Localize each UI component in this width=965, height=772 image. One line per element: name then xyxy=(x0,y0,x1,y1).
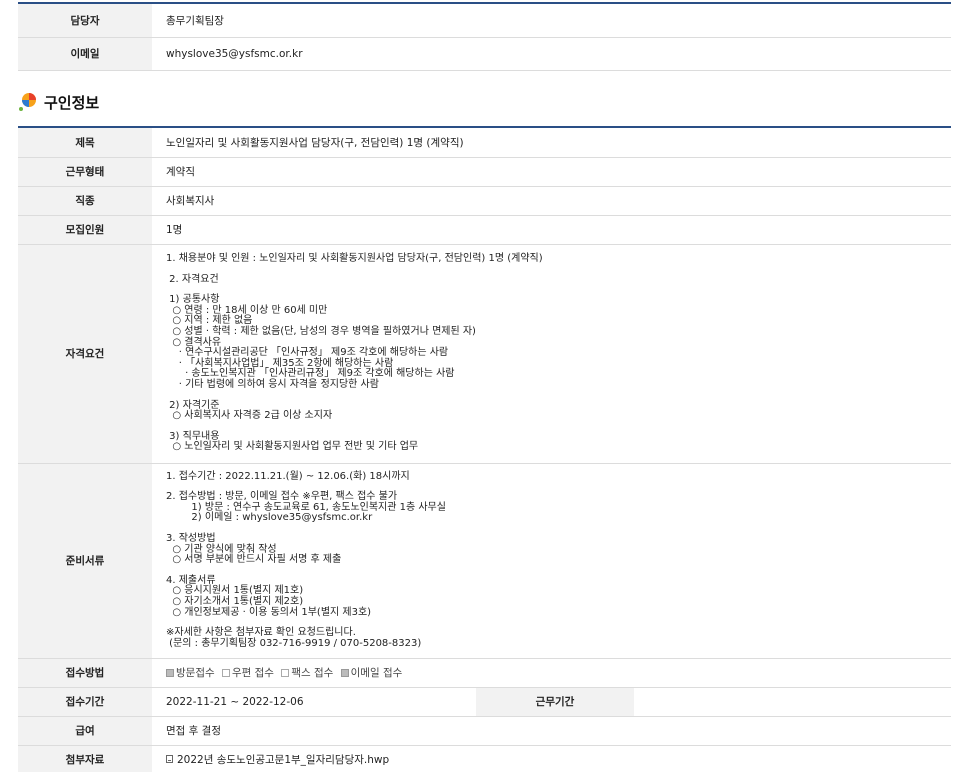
job-field-value: 사회복지사 xyxy=(152,186,951,216)
attachment-link[interactable]: 2022년 송도노인공고문1부_일자리담당자.hwp xyxy=(177,754,389,766)
method-fax: 팩스 접수 xyxy=(281,667,333,679)
row-title: 제목 노인일자리 및 사회활동지원사업 담당자(구, 전담인력) 1명 (계약직… xyxy=(18,127,951,158)
docs-line xyxy=(166,524,951,534)
docs-line: (문의 : 총무기획팀장 032-716-9919 / 070-5208-832… xyxy=(166,637,422,649)
row-job-field: 직종 사회복지사 xyxy=(18,186,951,216)
email-label: 이메일 xyxy=(18,37,152,71)
qual-line: ○ 노인일자리 및 사회활동지원사업 업무 전반 및 기타 업무 xyxy=(166,441,419,453)
manager-label: 담당자 xyxy=(18,3,152,38)
docs-line: 2) 이메일 : whyslove35@ysfsmc.or.kr xyxy=(166,512,373,524)
salary-label: 급여 xyxy=(18,716,152,746)
checkbox-icon xyxy=(281,669,290,677)
docs-line: ○ 자기소개서 1통(별지 제2호) xyxy=(166,595,304,607)
method-visit: 방문접수 xyxy=(166,667,215,679)
method-fax-label: 팩스 접수 xyxy=(291,667,334,679)
qual-line: 2. 자격요건 xyxy=(166,273,219,285)
apply-period-value: 2022-11-21 ~ 2022-12-06 xyxy=(152,687,476,717)
qualifications-label: 자격요건 xyxy=(18,244,152,464)
colorful-leaf-icon xyxy=(19,93,36,111)
section-title: 구인정보 xyxy=(44,93,100,112)
apply-method-values: 방문접수 우편 접수 팩스 접수 이메일 접수 xyxy=(152,658,951,688)
job-field-label: 직종 xyxy=(18,186,152,216)
method-email-label: 이메일 접수 xyxy=(350,667,403,679)
checkbox-icon xyxy=(166,669,174,677)
docs-line xyxy=(166,566,951,576)
title-value: 노인일자리 및 사회활동지원사업 담당자(구, 전담인력) 1명 (계약직) xyxy=(152,127,951,158)
manager-value: 총무기획팀장 xyxy=(152,3,951,38)
contact-row-email: 이메일 whyslove35@ysfsmc.or.kr xyxy=(18,37,951,71)
qualifications-text: 1. 채용분야 및 인원 : 노인일자리 및 사회활동지원사업 담당자(구, 전… xyxy=(152,244,951,464)
documents-lines: 1. 접수기간 : 2022.11.21.(월) ~ 12.06.(화) 18시… xyxy=(166,470,951,650)
work-period-label: 근무기간 xyxy=(476,687,634,717)
section-header: 구인정보 xyxy=(18,88,99,116)
salary-value: 면접 후 결정 xyxy=(152,716,951,746)
work-period-value xyxy=(634,687,951,717)
qual-line: ○ 성별 · 학력 : 제한 없음(단, 남성의 경우 병역을 필하였거나 면제… xyxy=(166,326,476,338)
title-label: 제목 xyxy=(18,127,152,158)
method-mail-label: 우편 접수 xyxy=(231,667,274,679)
qual-line xyxy=(166,265,951,275)
work-type-label: 근무형태 xyxy=(18,157,152,187)
docs-line: 1. 접수기간 : 2022.11.21.(월) ~ 12.06.(화) 18시… xyxy=(166,470,410,482)
method-visit-label: 방문접수 xyxy=(176,667,215,679)
work-type-value: 계약직 xyxy=(152,157,951,187)
docs-line: ○ 서명 부분에 반드시 자필 서명 후 제출 xyxy=(166,554,342,566)
row-attachment: 첨부자료 2022년 송도노인공고문1부_일자리담당자.hwp xyxy=(18,745,951,772)
headcount-value: 1명 xyxy=(152,215,951,245)
documents-text: 1. 접수기간 : 2022.11.21.(월) ~ 12.06.(화) 18시… xyxy=(152,463,951,659)
qual-line: ○ 사회복지사 자격증 2급 이상 소지자 xyxy=(166,410,333,422)
row-documents: 준비서류 1. 접수기간 : 2022.11.21.(월) ~ 12.06.(화… xyxy=(18,463,951,659)
qualifications-lines: 1. 채용분야 및 인원 : 노인일자리 및 사회활동지원사업 담당자(구, 전… xyxy=(166,253,951,453)
row-apply-period: 접수기간 2022-11-21 ~ 2022-12-06 근무기간 xyxy=(18,687,951,717)
headcount-label: 모집인원 xyxy=(18,215,152,245)
method-email: 이메일 접수 xyxy=(340,667,403,679)
method-mail: 우편 접수 xyxy=(221,667,274,679)
checkbox-icon xyxy=(340,669,349,677)
apply-method-label: 접수방법 xyxy=(18,658,152,688)
checkbox-icon xyxy=(221,669,230,677)
row-salary: 급여 면접 후 결정 xyxy=(18,716,951,746)
contact-row-manager: 담당자 총무기획팀장 xyxy=(18,3,951,38)
file-icon xyxy=(166,755,173,763)
row-work-type: 근무형태 계약직 xyxy=(18,157,951,187)
job-info-table: 제목 노인일자리 및 사회활동지원사업 담당자(구, 전담인력) 1명 (계약직… xyxy=(18,126,951,772)
docs-line: ○ 개인정보제공 · 이용 동의서 1부(별지 제3호) xyxy=(166,606,372,618)
apply-period-label: 접수기간 xyxy=(18,687,152,717)
qual-line: · 기타 법령에 의하여 응시 자격을 정지당한 사람 xyxy=(166,378,379,390)
row-apply-method: 접수방법 방문접수 우편 접수 팩스 접수 이메일 접수 xyxy=(18,658,951,688)
attachment-label: 첨부자료 xyxy=(18,745,152,772)
qual-line xyxy=(166,391,951,401)
attachment-cell: 2022년 송도노인공고문1부_일자리담당자.hwp xyxy=(152,745,951,772)
qual-line xyxy=(166,422,951,432)
row-qualifications: 자격요건 1. 채용분야 및 인원 : 노인일자리 및 사회활동지원사업 담당자… xyxy=(18,244,951,464)
docs-line: 3. 작성방법 xyxy=(166,533,216,545)
qual-line: 1. 채용분야 및 인원 : 노인일자리 및 사회활동지원사업 담당자(구, 전… xyxy=(166,253,543,265)
qual-line xyxy=(166,285,951,295)
email-value: whyslove35@ysfsmc.or.kr xyxy=(152,37,951,71)
contact-table: 담당자 총무기획팀장 이메일 whyslove35@ysfsmc.or.kr xyxy=(18,2,951,71)
documents-label: 준비서류 xyxy=(18,463,152,659)
row-headcount: 모집인원 1명 xyxy=(18,215,951,245)
qual-line: ○ 연령 : 만 18세 이상 만 60세 미만 xyxy=(166,304,328,316)
